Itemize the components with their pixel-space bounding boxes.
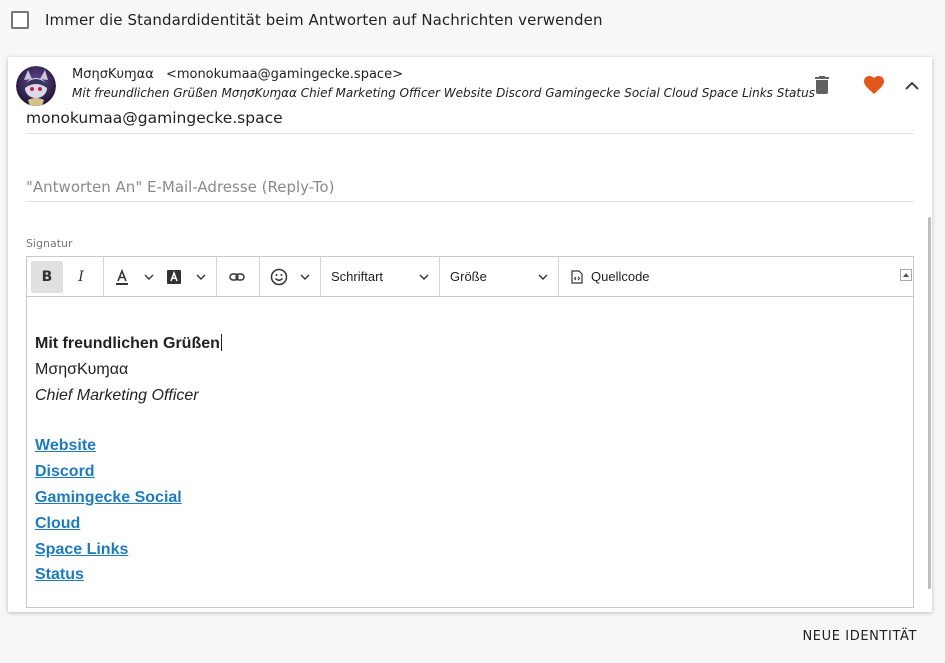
link-discord[interactable]: Discord [35, 463, 95, 480]
signature-preview: Mit freundlichen Grüßen ΜσησΚυɱαα Chief … [72, 86, 815, 100]
link-space-links[interactable]: Space Links [35, 541, 128, 558]
chevron-down-icon [196, 274, 206, 280]
signature-blank-line [35, 408, 222, 433]
font-size-select[interactable]: Größe [440, 256, 559, 297]
link-cloud[interactable]: Cloud [35, 515, 80, 532]
chevron-down-icon [144, 274, 154, 280]
emoji-group [260, 256, 321, 297]
identity-header-email: <monokumaa@gamingecke.space> [165, 67, 403, 82]
editor-toolbar: B I Schriftart Größe Quellcode [27, 256, 913, 297]
card-scrollbar[interactable] [928, 217, 931, 589]
identity-display-name: ΜσησΚυɱαα [72, 67, 154, 82]
text-color-button[interactable] [108, 261, 160, 293]
always-default-identity-label: Immer die Standardidentität beim Antwort… [45, 11, 603, 29]
heart-icon [864, 76, 884, 94]
text-caret [220, 334, 222, 351]
italic-button[interactable]: I [65, 261, 97, 293]
link-gamingecke-social[interactable]: Gamingecke Social [35, 489, 182, 506]
signature-editor[interactable]: B I Schriftart Größe Quellcode Mit freun… [26, 256, 914, 608]
font-family-select[interactable]: Schriftart [321, 256, 440, 297]
link-website[interactable]: Website [35, 437, 96, 454]
email-field[interactable]: monokumaa@gamingecke.space [26, 109, 914, 134]
source-code-button[interactable]: Quellcode [559, 257, 662, 297]
source-code-label: Quellcode [591, 269, 650, 284]
signature-content[interactable]: Mit freundlichen Grüßen ΜσησΚυɱαα Chief … [35, 331, 222, 588]
collapse-identity-button[interactable] [900, 73, 924, 97]
emoji-button[interactable] [264, 261, 316, 293]
chevron-down-icon [419, 274, 429, 280]
bold-button[interactable]: B [31, 260, 63, 293]
font-family-label: Schriftart [331, 269, 384, 284]
delete-identity-button[interactable] [810, 73, 834, 97]
new-identity-button[interactable]: NEUE IDENTITÄT [802, 629, 917, 644]
favorite-identity-button[interactable] [862, 73, 886, 97]
identity-header: ΜσησΚυɱαα <monokumaa@gamingecke.space> [72, 67, 403, 82]
avatar [16, 66, 56, 106]
source-code-icon [571, 269, 583, 284]
signature-label: Signatur [26, 237, 73, 250]
trash-icon [815, 76, 829, 94]
signature-title: Chief Marketing Officer [35, 386, 199, 404]
link-icon [229, 272, 245, 281]
chevron-down-icon [538, 274, 548, 280]
background-color-icon [167, 269, 181, 284]
emoji-icon [270, 268, 288, 285]
format-group: B I [27, 256, 104, 297]
always-default-identity-checkbox[interactable] [11, 11, 29, 29]
triangle-up-icon [903, 273, 909, 277]
link-status[interactable]: Status [35, 566, 84, 583]
signature-greeting: Mit freundlichen Grüßen [35, 334, 222, 352]
reply-to-field[interactable]: "Antworten An" E-Mail-Adresse (Reply-To) [26, 178, 914, 202]
toolbar-expand-button[interactable] [900, 269, 912, 281]
font-size-label: Größe [450, 269, 487, 284]
color-group [104, 256, 217, 297]
text-color-icon [116, 268, 128, 285]
chevron-up-icon [905, 81, 919, 90]
signature-name: ΜσησΚυɱαα [35, 360, 129, 378]
link-group [217, 256, 260, 297]
chevron-down-icon [300, 274, 310, 280]
background-color-button[interactable] [160, 261, 212, 293]
insert-link-button[interactable] [221, 261, 253, 293]
always-default-identity-option[interactable]: Immer die Standardidentität beim Antwort… [11, 8, 603, 32]
identity-card: ΜσησΚυɱαα <monokumaa@gamingecke.space> M… [8, 57, 932, 612]
